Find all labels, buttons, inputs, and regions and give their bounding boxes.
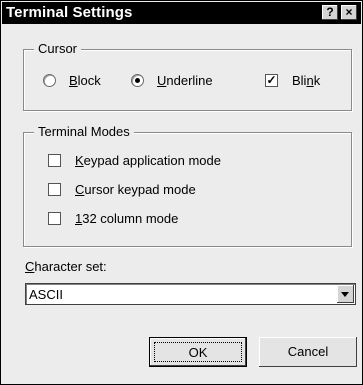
blink-check-icon: ✓: [265, 73, 278, 87]
underline-radio-circle: [131, 74, 144, 87]
character-set-value: ASCII: [29, 287, 63, 302]
132-column-check-box: [48, 212, 61, 225]
cancel-button-label: Cancel: [287, 344, 329, 359]
132-column-mode-checkbox[interactable]: 132 column mode: [48, 211, 248, 227]
cursor-group: Cursor Block Underline ✓ Blink: [23, 41, 352, 111]
keypad-application-check-box: [48, 154, 61, 167]
terminal-modes-legend: Terminal Modes: [34, 124, 134, 140]
chevron-down-icon[interactable]: [337, 285, 354, 303]
terminal-settings-dialog: Terminal Settings ? × Cursor Block Under…: [0, 0, 363, 385]
character-set-label: Character set:: [25, 259, 107, 274]
cursor-underline-radio[interactable]: Underline: [131, 73, 241, 89]
focus-rectangle: [154, 342, 242, 362]
cancel-button[interactable]: Cancel: [259, 337, 357, 367]
cursor-keypad-mode-checkbox[interactable]: Cursor keypad mode: [48, 182, 248, 198]
window-title: Terminal Settings: [6, 4, 133, 21]
underline-radio-label: Underline: [157, 73, 213, 88]
block-radio-label: Block: [69, 73, 101, 88]
block-radio-circle: [43, 74, 56, 87]
keypad-application-mode-checkbox[interactable]: Keypad application mode: [48, 153, 248, 169]
cursor-block-radio[interactable]: Block: [43, 73, 123, 89]
132-column-mode-label: 132 column mode: [75, 211, 179, 226]
help-button[interactable]: ?: [322, 5, 338, 20]
title-bar[interactable]: Terminal Settings ? ×: [2, 2, 361, 24]
close-button[interactable]: ×: [341, 5, 357, 20]
cursor-keypad-check-box: [48, 183, 61, 196]
ok-button[interactable]: OK: [149, 337, 247, 367]
terminal-modes-group: Terminal Modes Keypad application mode C…: [23, 124, 352, 247]
keypad-application-mode-label: Keypad application mode: [75, 153, 221, 168]
blink-checkbox[interactable]: ✓ Blink: [265, 73, 335, 89]
blink-label: Blink: [292, 73, 321, 88]
cursor-keypad-mode-label: Cursor keypad mode: [75, 182, 196, 197]
cursor-group-legend: Cursor: [34, 41, 82, 57]
character-set-select[interactable]: ASCII: [25, 283, 356, 305]
